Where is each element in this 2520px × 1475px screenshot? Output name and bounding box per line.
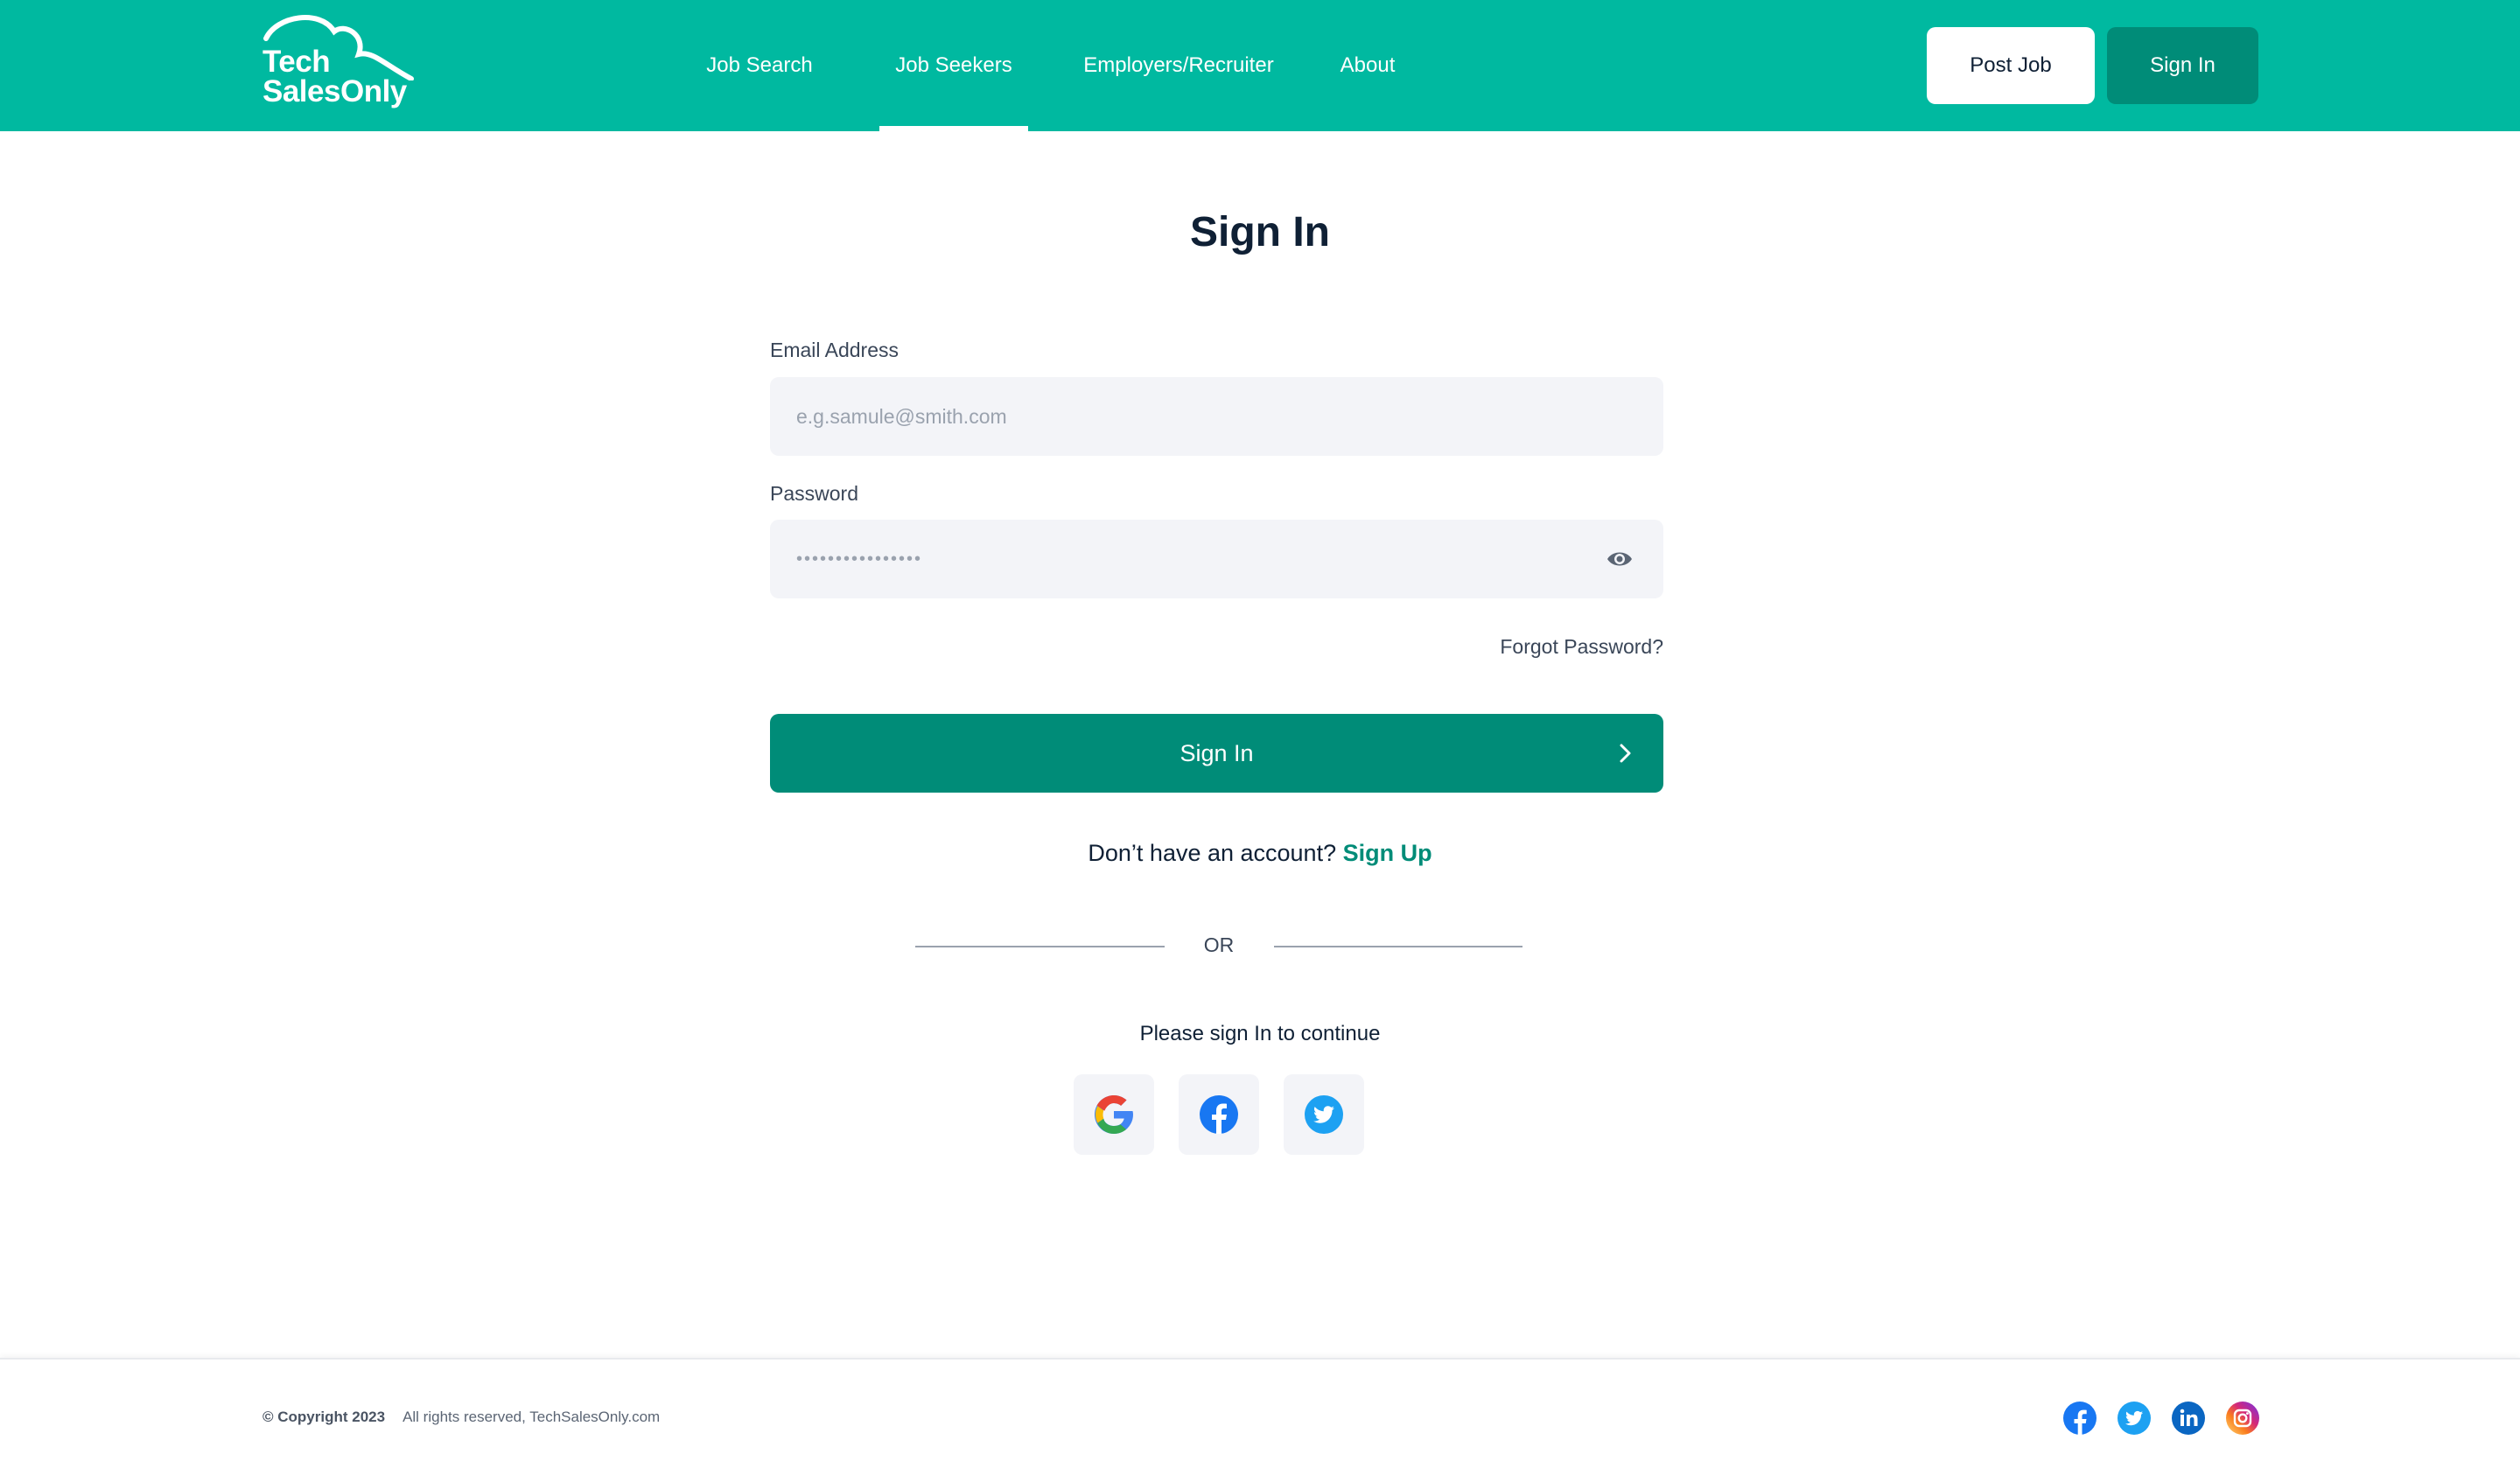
copyright-text: © Copyright 2023 All rights reserved, Tec… (262, 1409, 660, 1426)
signup-prompt: Don’t have an account? Sign Up (0, 840, 2520, 867)
copyright-year: © Copyright 2023 (262, 1409, 386, 1425)
or-divider: OR (915, 930, 1522, 965)
signup-prompt-text: Don’t have an account? (1088, 840, 1337, 866)
nav-employers-recruiter[interactable]: Employers/Recruiter (1074, 0, 1284, 131)
main-nav: Job Search Job Seekers Employers/Recruit… (682, 0, 1420, 131)
eye-icon[interactable] (1606, 546, 1634, 572)
nav-about[interactable]: About (1315, 0, 1420, 131)
top-header: Tech SalesOnly Job Search Job Seekers Em… (0, 0, 2520, 131)
chevron-right-icon (1620, 744, 1631, 763)
twitter-sign-in-button[interactable] (1284, 1074, 1364, 1155)
facebook-icon[interactable] (2062, 1401, 2097, 1436)
facebook-icon (1200, 1095, 1238, 1134)
password-label: Password (770, 482, 858, 505)
facebook-sign-in-button[interactable] (1179, 1074, 1259, 1155)
page-title: Sign In (1190, 209, 1330, 255)
password-field[interactable]: •••••••••••••••• (770, 520, 1663, 598)
sign-in-submit-label: Sign In (1180, 739, 1254, 766)
nav-job-search[interactable]: Job Search (682, 0, 836, 131)
header-sign-in-button[interactable]: Sign In (2107, 27, 2258, 104)
forgot-password-link[interactable]: Forgot Password? (1500, 635, 1663, 659)
nav-job-seekers[interactable]: Job Seekers (879, 0, 1028, 131)
rights-text: All rights reserved, TechSalesOnly.com (402, 1409, 661, 1425)
google-sign-in-button[interactable] (1074, 1074, 1154, 1155)
instagram-icon[interactable] (2225, 1401, 2260, 1436)
email-label: Email Address (770, 339, 900, 361)
techsalesonly-logo[interactable]: Tech SalesOnly (261, 10, 436, 115)
email-placeholder: e.g.samule@smith.com (796, 404, 1007, 428)
page-footer: © Copyright 2023 All rights reserved, Tec… (0, 1358, 2520, 1475)
google-icon (1095, 1095, 1133, 1134)
email-field[interactable]: e.g.samule@smith.com (770, 377, 1663, 456)
logo-text-salesonly: SalesOnly (262, 74, 407, 108)
twitter-icon[interactable] (2117, 1401, 2152, 1436)
linkedin-icon[interactable] (2171, 1401, 2206, 1436)
divider-line-right (1274, 946, 1522, 947)
sign-up-link[interactable]: Sign Up (1343, 840, 1432, 866)
twitter-icon (1305, 1095, 1343, 1134)
continue-text: Please sign In to continue (1139, 1022, 1381, 1045)
post-job-button[interactable]: Post Job (1927, 27, 2095, 104)
password-placeholder: •••••••••••••••• (796, 549, 923, 569)
sign-in-submit-button[interactable]: Sign In (770, 714, 1663, 793)
